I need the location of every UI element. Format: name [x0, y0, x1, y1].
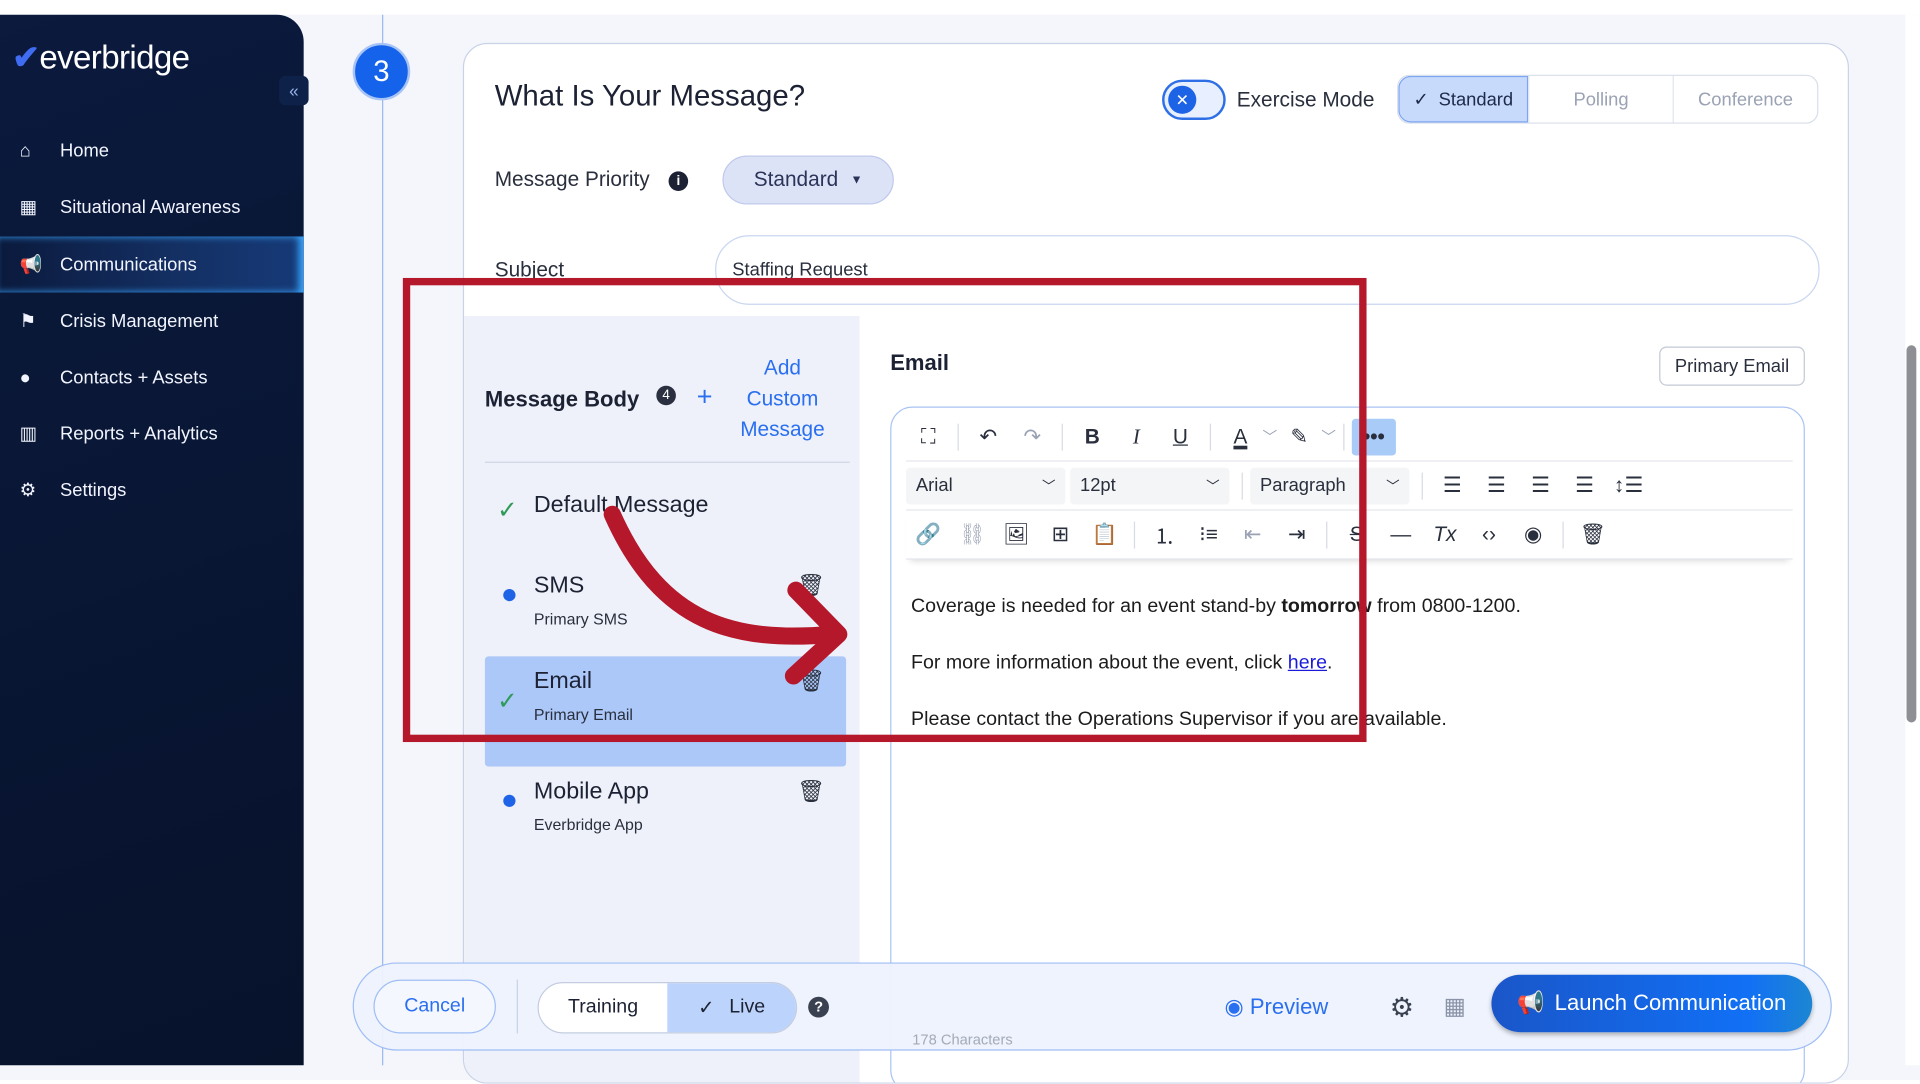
logo-text: everbridge: [39, 39, 190, 76]
code-icon[interactable]: ‹›: [1467, 522, 1511, 546]
sidebar-item-label: Reports + Analytics: [60, 423, 218, 444]
top-strip: [0, 0, 1920, 15]
megaphone-icon: 📢: [1517, 990, 1545, 1016]
help-icon[interactable]: ?: [808, 996, 829, 1018]
check-icon: ✓: [698, 997, 715, 1019]
sidebar-item-communications[interactable]: 📢 Communications: [0, 236, 304, 293]
message-item-mobile-app[interactable]: Mobile App Everbridge App 🗑: [485, 767, 846, 877]
step-line: [382, 14, 384, 1066]
align-center-icon[interactable]: ☰: [1474, 473, 1518, 497]
line-height-icon[interactable]: ↕☰: [1607, 473, 1651, 497]
exercise-mode-label: Exercise Mode: [1236, 88, 1375, 112]
preview-button[interactable]: ◉ Preview: [1224, 994, 1328, 1020]
horizontal-line-icon[interactable]: —: [1379, 522, 1423, 546]
everbridge-logo[interactable]: ✔everbridge: [12, 39, 190, 77]
exercise-mode-toggle[interactable]: ✕: [1162, 79, 1226, 121]
crisis-icon: ⚑: [19, 311, 37, 332]
align-left-icon[interactable]: ☰: [1430, 473, 1474, 497]
sidebar-item-label: Home: [60, 140, 109, 162]
item-name: Mobile App: [533, 778, 649, 805]
mode-polling[interactable]: Polling: [1528, 75, 1672, 123]
annotation-arrow: [603, 505, 848, 685]
sidebar-item-reports-analytics[interactable]: ▥ Reports + Analytics: [0, 407, 304, 461]
live-button[interactable]: ✓ Live: [667, 983, 796, 1033]
cancel-button[interactable]: Cancel: [373, 979, 496, 1034]
collapse-sidebar-button[interactable]: «: [279, 75, 309, 106]
close-icon: ✕: [1168, 85, 1197, 114]
mode-conference[interactable]: Conference: [1672, 75, 1817, 123]
sidebar-item-home[interactable]: ⌂ Home: [0, 124, 304, 178]
text: from 0800-1200.: [1371, 596, 1521, 618]
sidebar-item-situational-awareness[interactable]: ▦ Situational Awareness: [0, 180, 304, 234]
step-number: 3: [352, 42, 411, 101]
sidebar-item-label: Settings: [60, 479, 127, 501]
sidebar-item-label: Communications: [60, 254, 197, 275]
sidebar-item-label: Contacts + Assets: [60, 366, 208, 388]
justify-icon[interactable]: ☰: [1562, 473, 1606, 497]
calendar-icon[interactable]: ▦: [1444, 993, 1466, 1021]
live-label: Live: [729, 996, 766, 1018]
mode-label: Standard: [1438, 88, 1514, 110]
home-icon: ⌂: [19, 140, 31, 162]
mode-selector: ✓ Standard Polling Conference: [1397, 74, 1819, 124]
trash-icon[interactable]: 🗑: [1571, 522, 1615, 546]
sidebar-item-settings[interactable]: ⚙ Settings: [0, 463, 304, 517]
gear-icon: ⚙: [19, 480, 37, 501]
training-button[interactable]: Training: [538, 983, 668, 1033]
trash-icon[interactable]: 🗑: [797, 779, 825, 805]
location-pin-icon: ●: [19, 366, 31, 388]
sidebar-item-label: Crisis Management: [60, 310, 219, 332]
action-bar: Cancel Training ✓ Live ? ◉ Preview ⚙ ▦ 📢 L…: [352, 962, 1832, 1051]
highlight-box: [402, 277, 1367, 743]
priority-label: Message Priority: [494, 167, 650, 192]
launch-communication-button[interactable]: 📢 Launch Communication: [1491, 974, 1813, 1033]
sidebar-item-contacts-assets[interactable]: ● Contacts + Assets: [0, 350, 304, 404]
scrollbar-thumb[interactable]: [1906, 345, 1917, 723]
priority-value: Standard: [753, 167, 839, 192]
primary-email-button[interactable]: Primary Email: [1659, 346, 1805, 386]
clear-format-icon[interactable]: Tx: [1423, 522, 1467, 546]
megaphone-icon: 📢: [19, 254, 43, 276]
mode-standard[interactable]: ✓ Standard: [1398, 75, 1529, 123]
info-icon[interactable]: i: [668, 171, 689, 192]
preview-label: Preview: [1249, 994, 1329, 1019]
training-live-toggle: Training ✓ Live: [537, 982, 798, 1034]
sidebar-item-label: Situational Awareness: [60, 196, 241, 218]
arrow-shaft: [603, 505, 842, 645]
divider: [516, 979, 518, 1034]
sidebar: ✔everbridge « ⌂ Home ▦ Situational Awarene…: [0, 14, 309, 1066]
priority-dropdown[interactable]: Standard ▼: [722, 155, 894, 205]
bar-chart-icon: ▥: [19, 423, 37, 445]
align-right-icon[interactable]: ☰: [1518, 473, 1562, 497]
status-dot: [503, 794, 516, 807]
preview-eye-icon[interactable]: ◉: [1511, 522, 1555, 546]
chevron-down-icon: ﹀: [1386, 479, 1400, 495]
sidebar-item-crisis-management[interactable]: ⚑ Crisis Management: [0, 294, 304, 348]
launch-label: Launch Communication: [1554, 990, 1787, 1016]
map-icon: ▦: [19, 197, 37, 218]
character-count: 178 Characters: [912, 1031, 1013, 1049]
check-icon: ✓: [1413, 89, 1429, 111]
caret-down-icon: ▼: [850, 173, 863, 187]
gear-icon[interactable]: ⚙: [1390, 992, 1414, 1024]
page-title: What Is Your Message?: [494, 79, 806, 113]
item-sub: Everbridge App: [533, 815, 643, 834]
eye-icon: ◉: [1224, 994, 1250, 1019]
